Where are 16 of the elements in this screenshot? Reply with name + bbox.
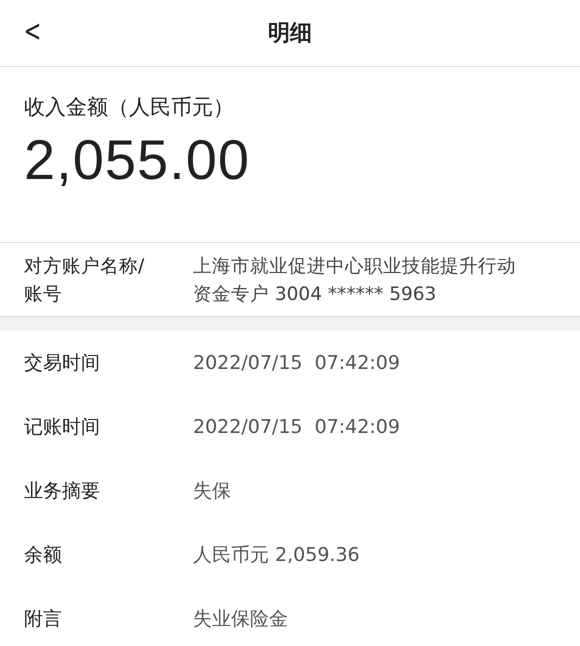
field-label: 交易时间 (24, 351, 101, 376)
amount-value: 2,055.00 (24, 127, 250, 192)
field-value: 人民币元 2,059.36 (193, 543, 360, 568)
field-value: 失保 (193, 479, 231, 504)
amount-label: 收入金额（人民币元） (24, 94, 234, 121)
page-title: 明细 (268, 20, 312, 48)
field-value: 上海市就业促进中心职业技能提升行动资金专户 3004 ****** 5963 (193, 255, 517, 307)
field-label: 对方账户名称/账号 (24, 255, 146, 307)
back-button[interactable]: < (18, 12, 47, 51)
field-label: 业务摘要 (24, 479, 101, 504)
field-label: 余额 (24, 543, 63, 568)
field-value: 2022/07/15 07:42:09 (193, 416, 400, 438)
field-value: 失业保险金 (193, 607, 288, 632)
field-label: 附言 (24, 607, 63, 632)
field-value: 2022/07/15 07:42:09 (193, 352, 400, 374)
field-label: 记账时间 (24, 415, 101, 440)
